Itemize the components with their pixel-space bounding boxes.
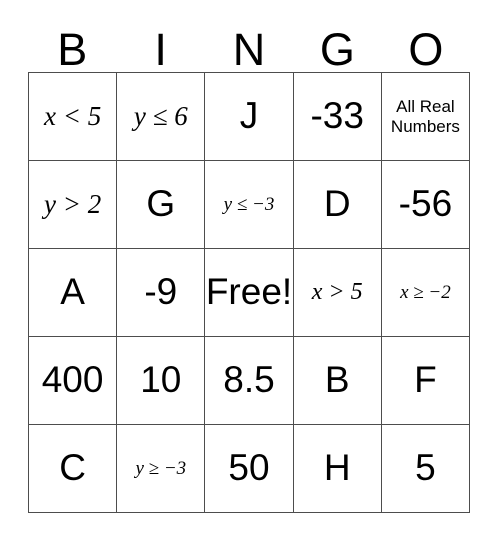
- bingo-cell-text: 8.5: [223, 359, 275, 401]
- bingo-header-letter-b: B: [57, 24, 88, 75]
- bingo-cell-text: F: [414, 359, 437, 401]
- bingo-row: 400 10 8.5 B F: [29, 337, 471, 425]
- bingo-cell-text: y ≥ −3: [135, 457, 187, 479]
- bingo-cell-text: B: [324, 359, 350, 401]
- bingo-cell[interactable]: y ≥ −3: [117, 425, 206, 513]
- bingo-cell[interactable]: 400: [29, 337, 118, 425]
- bingo-row: y > 2 G y ≤ −3 D -56: [29, 161, 471, 249]
- bingo-cell-text: 400: [41, 359, 104, 401]
- bingo-cell-text: x > 5: [311, 278, 363, 305]
- bingo-cell-text: -33: [310, 95, 364, 137]
- bingo-grid: x < 5 y ≤ 6 J -33 All Real Numbers y > 2…: [28, 72, 471, 513]
- bingo-header-letter-n: N: [232, 24, 266, 75]
- bingo-row: C y ≥ −3 50 H 5: [29, 425, 471, 513]
- bingo-cell-text: C: [59, 447, 86, 489]
- bingo-cell-text: 5: [415, 447, 436, 489]
- bingo-cell-text: y ≤ −3: [223, 193, 275, 215]
- bingo-cell-text: 10: [140, 359, 182, 401]
- bingo-cell-text: 50: [228, 447, 270, 489]
- bingo-cell[interactable]: x ≥ −2: [381, 249, 471, 337]
- bingo-row: x < 5 y ≤ 6 J -33 All Real Numbers: [29, 73, 471, 161]
- bingo-header-letter-o: O: [408, 24, 444, 75]
- bingo-cell[interactable]: 50: [205, 425, 294, 513]
- bingo-cell-text: x < 5: [43, 101, 102, 132]
- bingo-cell-text: G: [146, 183, 176, 225]
- bingo-cell[interactable]: G: [117, 161, 206, 249]
- bingo-cell[interactable]: y > 2: [29, 161, 118, 249]
- bingo-cell[interactable]: C: [29, 425, 118, 513]
- bingo-cell[interactable]: F: [381, 337, 471, 425]
- bingo-cell[interactable]: All Real Numbers: [381, 73, 471, 161]
- bingo-cell[interactable]: 10: [117, 337, 206, 425]
- bingo-cell[interactable]: 8.5: [205, 337, 294, 425]
- bingo-card: B I N G O x < 5 y ≤ 6 J -33 All Real Num…: [28, 10, 471, 513]
- bingo-cell[interactable]: H: [293, 425, 382, 513]
- bingo-cell[interactable]: x > 5: [293, 249, 382, 337]
- bingo-row: A -9 Free! x > 5 x ≥ −2: [29, 249, 471, 337]
- bingo-cell[interactable]: y ≤ 6: [117, 73, 206, 161]
- bingo-cell-text: H: [323, 447, 351, 489]
- bingo-cell-text: -9: [144, 271, 178, 313]
- bingo-cell-text: A: [60, 271, 85, 313]
- bingo-cell[interactable]: y ≤ −3: [205, 161, 294, 249]
- bingo-cell[interactable]: D: [293, 161, 382, 249]
- bingo-cell[interactable]: B: [293, 337, 382, 425]
- bingo-cell-text: -56: [398, 183, 453, 225]
- bingo-cell[interactable]: -9: [117, 249, 206, 337]
- bingo-cell[interactable]: x < 5: [29, 73, 118, 161]
- bingo-cell[interactable]: J: [205, 73, 294, 161]
- bingo-cell-text: Free!: [205, 271, 293, 313]
- bingo-cell-text: y > 2: [43, 189, 102, 220]
- bingo-cell-text: All Real Numbers: [390, 96, 460, 136]
- bingo-cell-text: J: [239, 95, 259, 137]
- bingo-cell[interactable]: 5: [381, 425, 471, 513]
- bingo-cell-text: x ≥ −2: [400, 281, 451, 303]
- bingo-header-row: B I N G O: [28, 10, 470, 72]
- bingo-cell-free[interactable]: Free!: [205, 249, 294, 337]
- bingo-cell[interactable]: -56: [381, 161, 471, 249]
- bingo-cell-text: D: [323, 183, 351, 225]
- bingo-header-letter-i: I: [154, 24, 167, 75]
- bingo-cell-text: y ≤ 6: [133, 101, 188, 132]
- bingo-header-letter-g: G: [319, 24, 355, 75]
- bingo-cell[interactable]: A: [29, 249, 118, 337]
- bingo-cell[interactable]: -33: [293, 73, 382, 161]
